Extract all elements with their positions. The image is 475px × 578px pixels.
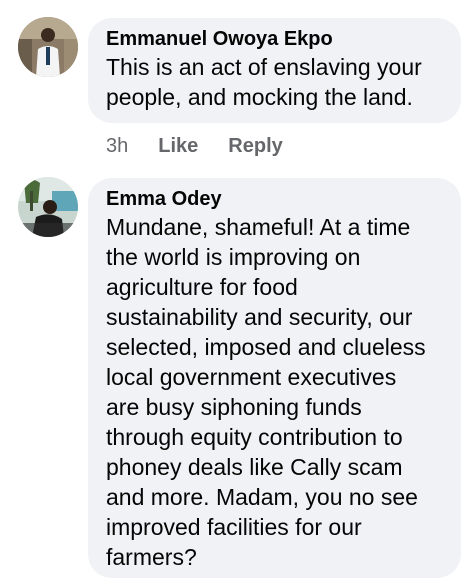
comment-bubble: Emmanuel Owoya Ekpo This is an act of en… [88, 18, 461, 123]
like-button[interactable]: Like [158, 134, 198, 158]
avatar[interactable] [18, 17, 78, 77]
comment-timestamp[interactable]: 3h [106, 134, 128, 158]
avatar[interactable] [18, 177, 78, 237]
profile-photo-icon [18, 177, 78, 237]
comment-author[interactable]: Emmanuel Owoya Ekpo [106, 26, 443, 52]
comment-text: Mundane, shameful! At a time the world i… [106, 214, 426, 570]
comment-bubble: Emma Odey Mundane, shameful! At a time t… [88, 178, 461, 578]
comment-actions: 3h Like Reply [106, 134, 283, 158]
profile-photo-icon [18, 17, 78, 77]
comment-author[interactable]: Emma Odey [106, 186, 443, 212]
reply-button[interactable]: Reply [228, 134, 282, 158]
comment-text: This is an act of enslaving your people,… [106, 54, 422, 110]
